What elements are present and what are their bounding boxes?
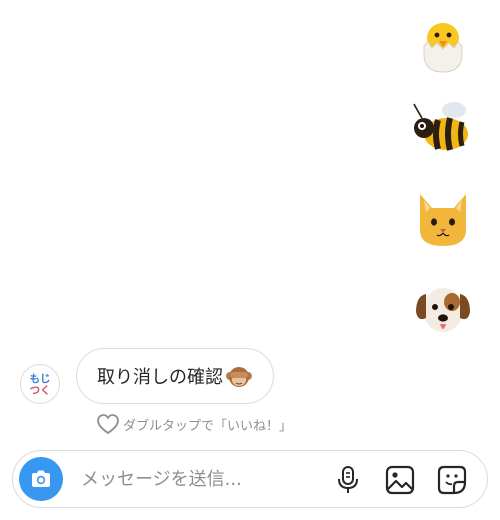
sent-message-bee[interactable] xyxy=(410,96,476,162)
svg-text:つく: つく xyxy=(30,385,51,397)
sticker-button[interactable] xyxy=(435,463,469,497)
sticker-icon xyxy=(437,465,467,495)
like-hint-text: ダブルタップで「いいね！」 xyxy=(123,418,293,434)
sent-message-dog[interactable] xyxy=(410,276,476,342)
sent-message-cat[interactable] xyxy=(410,184,476,250)
heart-icon xyxy=(97,414,119,435)
see-no-evil-monkey-emoji xyxy=(225,362,253,390)
double-tap-like-hint: ダブルタップで「いいね！」 xyxy=(96,413,292,435)
cat-face-emoji xyxy=(420,194,466,246)
gallery-icon xyxy=(385,465,415,495)
avatar[interactable]: もじ つく xyxy=(20,364,60,404)
hatching-chick-emoji xyxy=(423,23,463,73)
avatar-logo: もじ つく xyxy=(30,373,51,397)
message-input[interactable] xyxy=(79,467,323,491)
honeybee-emoji xyxy=(413,102,468,151)
sent-message-chick[interactable] xyxy=(410,10,476,76)
camera-icon xyxy=(32,470,50,487)
svg-text:もじ: もじ xyxy=(30,373,51,385)
message-composer xyxy=(12,450,488,508)
microphone-icon xyxy=(338,466,358,493)
microphone-button[interactable] xyxy=(331,463,365,497)
dog-face-emoji xyxy=(416,288,470,332)
gallery-button[interactable] xyxy=(383,463,417,497)
received-message-text: 取り消しの確認 xyxy=(97,367,223,388)
received-message-bubble[interactable]: 取り消しの確認 xyxy=(76,348,274,404)
camera-button[interactable] xyxy=(19,457,63,501)
